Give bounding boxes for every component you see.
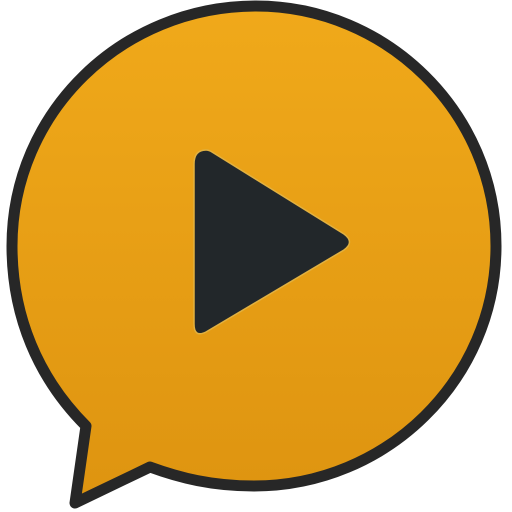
app-icon [0,0,512,512]
speech-bubble-play-icon [6,0,502,509]
